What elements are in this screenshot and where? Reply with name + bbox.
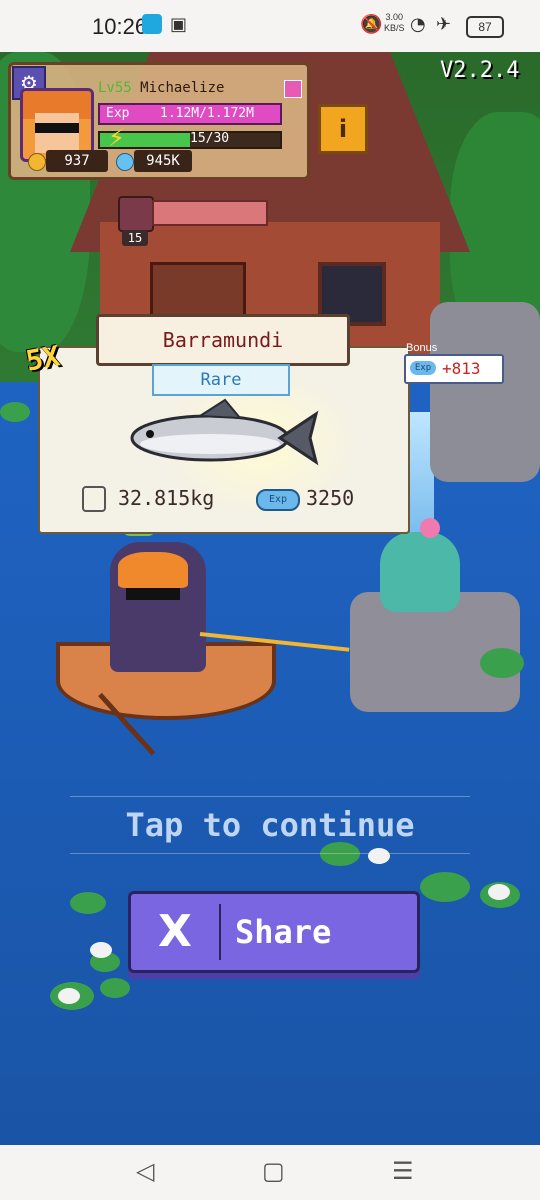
game-scene[interactable] — [0, 52, 540, 1145]
bonus-box: Exp +813 — [404, 354, 504, 384]
back-icon[interactable]: ◁ — [136, 1157, 154, 1185]
energy-bolt-icon: ⚡ — [108, 124, 125, 152]
exp-bar: Exp 1.12M/1.172M — [98, 103, 282, 125]
avatar-sunglasses — [35, 123, 79, 133]
bait-count: 15 — [122, 230, 148, 246]
energy-value: 15/30 — [190, 131, 230, 146]
profile-card-icon[interactable] — [284, 80, 302, 98]
lily-pad — [70, 892, 106, 914]
fish-name: Barramundi — [96, 314, 350, 366]
flower-icon — [420, 518, 440, 538]
bonus-value: +813 — [442, 359, 481, 378]
shield-app-icon — [142, 14, 162, 34]
wifi-icon: ◔ — [410, 14, 426, 35]
lily-pad — [480, 648, 524, 678]
net-speed-unit: KB/S — [384, 23, 405, 33]
twitch-app-icon: ▣ — [170, 14, 188, 35]
net-speed: 3.00 KB/S — [384, 12, 405, 34]
bonus-exp: Bonus Exp +813 — [404, 342, 504, 384]
exp-icon: Exp — [256, 489, 300, 511]
coin-icon — [28, 153, 46, 171]
exp-value: 1.12M/1.172M — [160, 106, 254, 121]
share-label: Share — [235, 913, 332, 951]
weight-scale-icon — [82, 486, 106, 512]
fish-rarity-badge: Rare — [152, 364, 290, 396]
status-bar: 10:26 ▣ 🔕 3.00 KB/S ◔ ✈ 87 — [0, 0, 540, 52]
game-version: V2.2.4 — [440, 58, 520, 83]
player-name: Michaelize — [140, 80, 225, 96]
fish-icon — [130, 398, 319, 466]
water-flower — [58, 988, 80, 1004]
avatar-face — [35, 113, 79, 153]
mute-icon: 🔕 — [360, 14, 383, 35]
coins-count: 937 — [46, 150, 108, 172]
clock: 10:26 — [92, 14, 148, 39]
info-button[interactable]: i — [318, 104, 368, 154]
gem-icon — [116, 153, 134, 171]
gems-count: 945K — [134, 150, 192, 172]
lily-pad — [0, 402, 30, 422]
x-logo-icon: X — [158, 906, 192, 957]
player-level: Lv55 — [98, 80, 132, 96]
water-flower — [488, 884, 510, 900]
fish-exp: 3250 — [306, 486, 355, 510]
fish-weight: 32.815kg — [118, 486, 215, 510]
bait-icon[interactable] — [118, 196, 154, 232]
airplane-icon: ✈ — [436, 14, 452, 35]
energy-bar: 15/30 — [98, 131, 282, 149]
share-button[interactable]: X Share — [128, 891, 420, 973]
battery-icon: 87 — [466, 16, 504, 38]
player-sunglasses — [126, 588, 180, 600]
snake-npc[interactable] — [380, 532, 460, 612]
bonus-exp-icon: Exp — [410, 361, 436, 375]
lily-pad — [420, 872, 470, 902]
share-divider — [219, 904, 221, 960]
recent-apps-icon[interactable]: ☰ — [392, 1157, 414, 1185]
rock-cliff — [430, 302, 540, 482]
home-icon[interactable]: ▢ — [262, 1157, 285, 1185]
water-flower — [90, 942, 112, 958]
player-level-name: Lv55 Michaelize — [98, 80, 224, 96]
nav-bar: ◁ ▢ ☰ — [0, 1145, 540, 1200]
shop-awning-banner — [152, 200, 268, 226]
player-hair — [118, 552, 188, 588]
catch-multiplier: 5X — [23, 339, 63, 378]
exp-label: Exp — [106, 106, 130, 121]
net-speed-value: 3.00 — [385, 12, 404, 22]
bonus-label: Bonus — [406, 342, 438, 354]
tap-to-continue[interactable]: Tap to continue — [70, 796, 470, 854]
lily-pad — [100, 978, 130, 998]
